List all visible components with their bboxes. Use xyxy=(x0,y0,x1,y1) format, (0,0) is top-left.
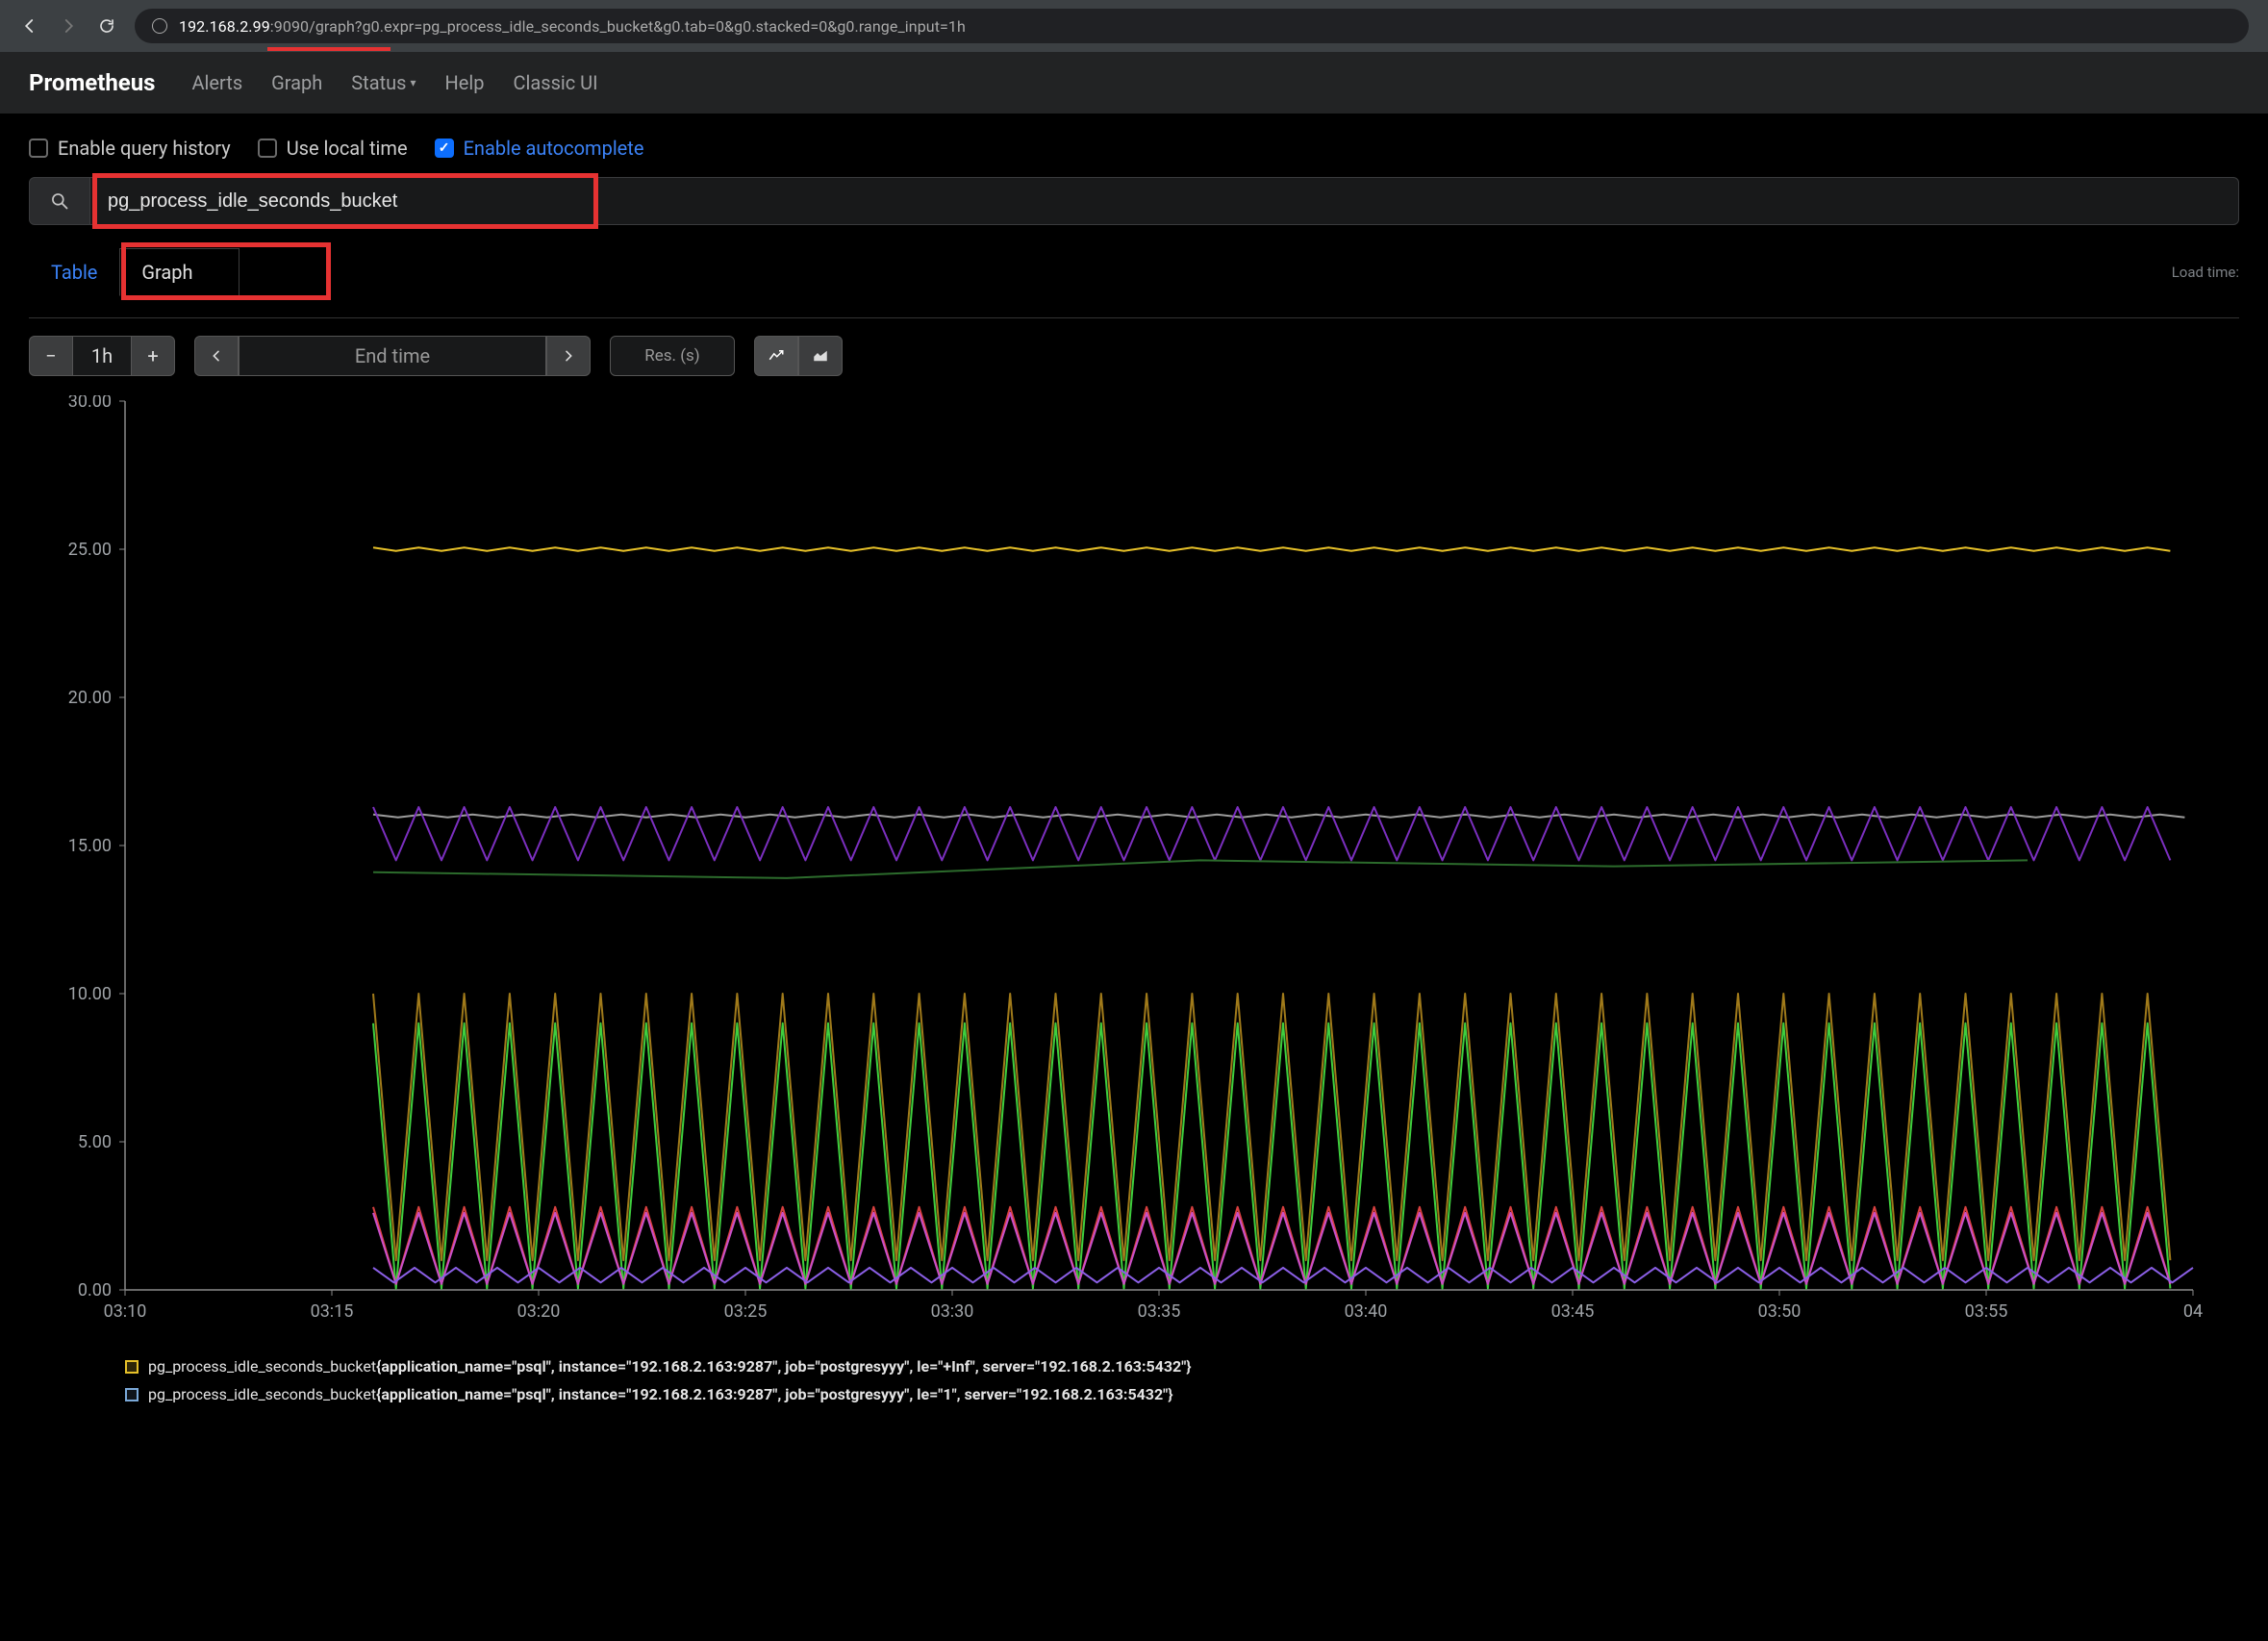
legend-swatch xyxy=(125,1388,139,1401)
svg-text:03:45: 03:45 xyxy=(1551,1301,1595,1322)
reload-button[interactable] xyxy=(96,15,117,37)
chevron-left-icon xyxy=(209,348,224,364)
chart-type-line-button[interactable] xyxy=(754,336,798,376)
legend-swatch xyxy=(125,1360,139,1374)
tab-table[interactable]: Table xyxy=(29,248,119,296)
content-area: Enable query history Use local time ✓ En… xyxy=(0,114,2268,1409)
svg-text:03:10: 03:10 xyxy=(104,1301,147,1322)
enable-autocomplete[interactable]: ✓ Enable autocomplete xyxy=(435,137,644,160)
navbar: Prometheus Alerts Graph Status ▾ Help Cla… xyxy=(0,52,2268,114)
range-minus-button[interactable]: − xyxy=(29,336,73,376)
endtime-next-button[interactable] xyxy=(546,336,591,376)
globe-icon xyxy=(152,18,167,34)
nav-status-label: Status xyxy=(351,71,406,94)
browser-chrome: 192.168.2.99:9090/graph?g0.expr=pg_proce… xyxy=(0,0,2268,52)
svg-text:03:30: 03:30 xyxy=(931,1301,974,1322)
tab-graph-label: Graph xyxy=(141,261,192,284)
legend-text: pg_process_idle_seconds_bucket{applicati… xyxy=(148,1381,1173,1409)
checkbox-checked-icon[interactable]: ✓ xyxy=(435,139,454,158)
nav-alerts[interactable]: Alerts xyxy=(192,71,243,94)
chevron-right-icon xyxy=(561,348,576,364)
resolution-input[interactable]: Res. (s) xyxy=(610,336,735,376)
endtime-group: End time xyxy=(194,336,591,376)
nav-arrows xyxy=(19,15,117,37)
load-time: Load time: xyxy=(2172,264,2239,281)
range-plus-button[interactable]: + xyxy=(131,336,175,376)
nav-graph[interactable]: Graph xyxy=(271,71,322,94)
back-button[interactable] xyxy=(19,15,40,37)
legend-text: pg_process_idle_seconds_bucket{applicati… xyxy=(148,1353,1192,1381)
svg-text:30.00: 30.00 xyxy=(68,395,112,412)
controls-row: − 1h + End time Res. (s) xyxy=(29,317,2239,376)
enable-query-history[interactable]: Enable query history xyxy=(29,137,231,160)
chevron-down-icon: ▾ xyxy=(410,76,416,89)
legend-item[interactable]: pg_process_idle_seconds_bucket{applicati… xyxy=(125,1353,2239,1381)
endtime-input[interactable]: End time xyxy=(239,336,546,376)
history-label: Enable query history xyxy=(58,137,231,160)
autocomplete-label: Enable autocomplete xyxy=(464,137,644,160)
range-group: − 1h + xyxy=(29,336,175,376)
query-input[interactable] xyxy=(90,177,2239,225)
forward-button[interactable] xyxy=(58,15,79,37)
svg-text:5.00: 5.00 xyxy=(78,1132,112,1152)
arrow-left-icon xyxy=(21,17,38,35)
checkbox-unchecked-icon[interactable] xyxy=(258,139,277,158)
url-bar[interactable]: 192.168.2.99:9090/graph?g0.expr=pg_proce… xyxy=(135,9,2249,43)
arrow-right-icon xyxy=(60,17,77,35)
chart-type-stacked-button[interactable] xyxy=(798,336,843,376)
legend: pg_process_idle_seconds_bucket{applicati… xyxy=(125,1353,2239,1409)
options-row: Enable query history Use local time ✓ En… xyxy=(29,137,2239,160)
nav-status[interactable]: Status ▾ xyxy=(351,71,416,94)
url-path: :9090/graph?g0.expr=pg_process_idle_seco… xyxy=(270,17,966,36)
search-button[interactable] xyxy=(29,177,90,225)
reload-icon xyxy=(98,17,115,35)
svg-text:03:15: 03:15 xyxy=(311,1301,354,1322)
svg-text:10.00: 10.00 xyxy=(68,984,112,1004)
svg-text:03:20: 03:20 xyxy=(517,1301,561,1322)
use-local-time[interactable]: Use local time xyxy=(258,137,408,160)
svg-text:03:55: 03:55 xyxy=(1965,1301,2008,1322)
chart-area[interactable]: 0.00 5.00 10.00 15.00 20.00 25.00 30.00 03:10 03… xyxy=(29,395,2239,1338)
nav-help[interactable]: Help xyxy=(445,71,485,94)
chart-type-group xyxy=(754,336,843,376)
area-chart-icon xyxy=(812,347,829,365)
endtime-prev-button[interactable] xyxy=(194,336,239,376)
nav-classic-ui[interactable]: Classic UI xyxy=(513,71,597,94)
svg-text:0.00: 0.00 xyxy=(78,1280,112,1300)
annotation-underline xyxy=(267,47,391,51)
range-input[interactable]: 1h xyxy=(73,336,131,376)
line-chart-icon xyxy=(768,347,785,365)
svg-text:03:25: 03:25 xyxy=(724,1301,768,1322)
brand[interactable]: Prometheus xyxy=(29,69,156,96)
localtime-label: Use local time xyxy=(287,137,408,160)
legend-item[interactable]: pg_process_idle_seconds_bucket{applicati… xyxy=(125,1381,2239,1409)
svg-text:03:40: 03:40 xyxy=(1345,1301,1388,1322)
query-row xyxy=(29,177,2239,225)
svg-text:25.00: 25.00 xyxy=(68,540,112,560)
url-host: 192.168.2.99 xyxy=(179,17,270,36)
tab-graph[interactable]: Graph xyxy=(119,248,239,296)
chart-svg: 0.00 5.00 10.00 15.00 20.00 25.00 30.00 03:10 03… xyxy=(29,395,2203,1338)
search-icon xyxy=(50,191,69,211)
svg-text:03:50: 03:50 xyxy=(1758,1301,1802,1322)
svg-text:03:35: 03:35 xyxy=(1138,1301,1181,1322)
url-text: 192.168.2.99:9090/graph?g0.expr=pg_proce… xyxy=(179,17,966,36)
tabs-row: Table Graph Load time: xyxy=(29,248,2239,296)
svg-text:15.00: 15.00 xyxy=(68,836,112,856)
svg-text:04: 04 xyxy=(2183,1301,2203,1322)
checkbox-unchecked-icon[interactable] xyxy=(29,139,48,158)
svg-text:20.00: 20.00 xyxy=(68,688,112,708)
tabs: Table Graph xyxy=(29,248,239,296)
